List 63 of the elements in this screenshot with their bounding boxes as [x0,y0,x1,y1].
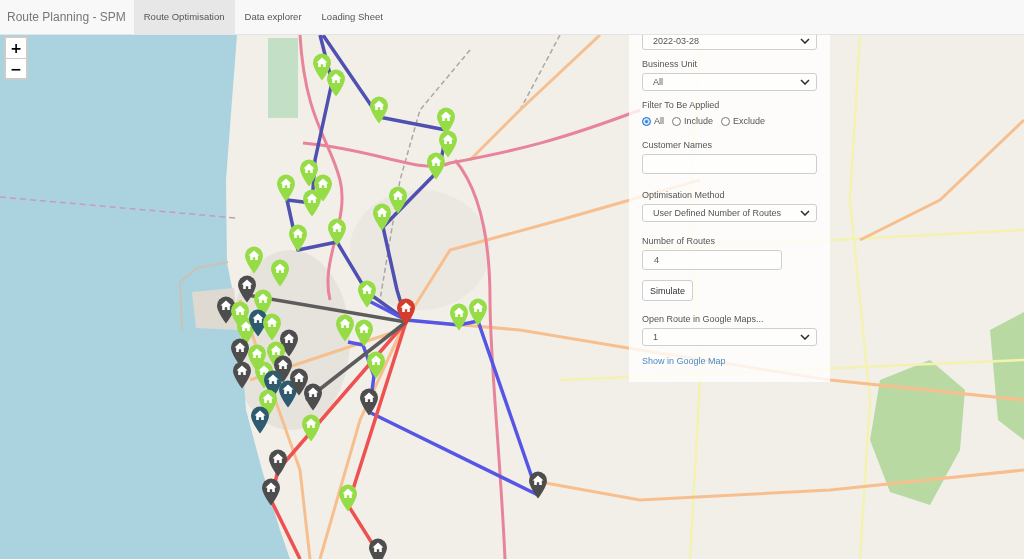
map-marker-icon[interactable] [312,52,332,81]
map-marker-icon[interactable] [303,382,323,411]
map-marker-icon[interactable] [354,318,374,347]
map-marker-icon[interactable] [302,188,322,217]
map-marker-icon[interactable] [326,68,346,97]
map-marker-icon[interactable] [335,313,355,342]
map-marker-icon[interactable] [299,158,319,187]
radio-button[interactable] [721,116,731,126]
map-marker-icon[interactable] [250,405,270,434]
field-label: Open Route in Google Maps... [642,313,764,326]
chevron-down-icon [800,79,810,85]
map-marker-icon[interactable] [396,297,416,326]
map-marker-icon[interactable] [289,367,309,396]
filter-radio-option[interactable]: Exclude [721,116,766,126]
map-marker-icon[interactable] [244,245,264,274]
map-marker-icon[interactable] [357,279,377,308]
map-marker-icon[interactable] [366,350,386,379]
map-marker-icon[interactable] [276,173,296,202]
map-marker-icon[interactable] [261,477,281,506]
filter-radio-option[interactable]: All [642,116,664,126]
map-marker-icon[interactable] [270,258,290,287]
map-marker-icon[interactable] [327,217,347,246]
map-marker-icon[interactable] [369,95,389,124]
chevron-down-icon [800,38,810,44]
filter-radio-option[interactable]: Include [672,116,714,126]
map-marker-icon[interactable] [426,151,446,180]
app-title: Route Planning - SPM [6,9,127,26]
map-marker-icon[interactable] [438,129,458,158]
date-dropdown[interactable]: 2022-03-28 [642,35,817,50]
field-label: Customer Names [642,139,713,152]
nav-tab[interactable]: Route Optimisation [133,0,235,34]
route-dropdown[interactable]: 1 [642,328,817,346]
map-marker-icon[interactable] [288,223,308,252]
map-marker-icon[interactable] [301,413,321,442]
map-marker-icon[interactable] [237,274,257,303]
map-marker-icon[interactable] [368,537,388,559]
customer-names-field[interactable] [642,154,817,174]
map-marker-icon[interactable] [372,202,392,231]
radio-button[interactable] [672,116,681,126]
chevron-down-icon [800,210,810,216]
nav-tab[interactable]: Loading Sheet [311,0,393,34]
map-marker-icon[interactable] [468,297,488,326]
field-label: Business Unit [642,58,698,71]
map-marker-icon[interactable] [528,470,548,499]
optimisation-method-dropdown[interactable]: User Defined Number of Routes [642,204,817,222]
business-unit-dropdown[interactable]: All [642,73,817,91]
map-marker-icon[interactable] [359,387,379,416]
field-label: Filter To Be Applied [642,99,720,112]
field-label: Number of Routes [642,235,716,248]
map-marker-icon[interactable] [268,448,288,477]
zoom-out-button[interactable]: − [6,58,26,78]
map-marker-icon[interactable] [449,302,469,331]
chevron-down-icon [800,334,810,340]
radio-button[interactable] [642,116,651,126]
nav-tab[interactable]: Data explorer [234,0,312,34]
number-of-routes-field[interactable]: 4 [642,250,782,270]
map-marker-icon[interactable] [338,483,358,512]
field-label: Optimisation Method [642,189,725,202]
map-marker-icon[interactable] [262,312,282,341]
simulate-button[interactable]: Simulate [642,280,693,301]
google-map-link[interactable]: Show in Google Map [642,354,726,368]
map-marker-icon[interactable] [388,185,408,214]
map-marker-icon[interactable] [232,360,252,389]
